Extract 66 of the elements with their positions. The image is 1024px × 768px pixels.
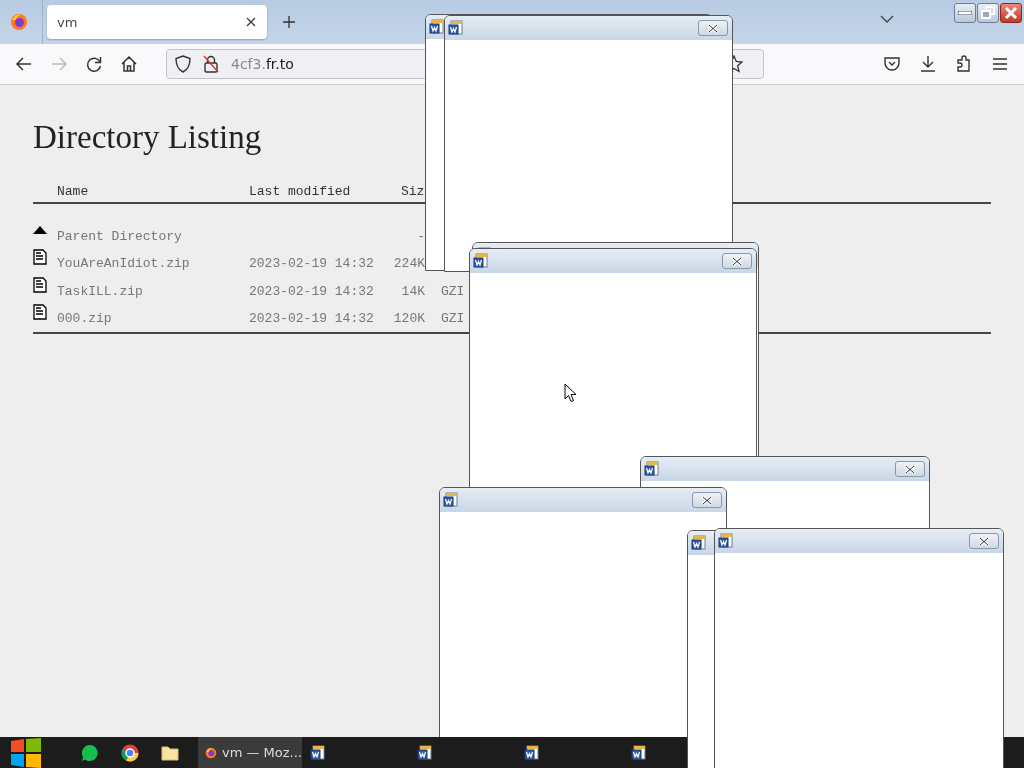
document-icon bbox=[33, 304, 47, 321]
reload-icon[interactable] bbox=[84, 54, 104, 74]
type-text: GZI bbox=[441, 311, 465, 326]
document-icon bbox=[691, 535, 707, 551]
close-icon bbox=[904, 464, 916, 474]
document-icon bbox=[33, 276, 47, 293]
file-link[interactable]: YouAreAnIdiot.zip bbox=[57, 256, 249, 271]
document-icon bbox=[443, 492, 459, 508]
browser-tab[interactable]: vm bbox=[47, 5, 267, 39]
minimize-button[interactable] bbox=[954, 3, 976, 23]
close-button[interactable] bbox=[698, 20, 728, 36]
document-icon bbox=[310, 744, 326, 761]
chat-bubble-icon[interactable] bbox=[81, 743, 99, 762]
file-link[interactable]: 000.zip bbox=[57, 311, 249, 326]
close-button[interactable] bbox=[1000, 3, 1022, 23]
size-text: 120K bbox=[393, 311, 425, 326]
close-button[interactable] bbox=[692, 492, 722, 508]
document-icon bbox=[524, 744, 540, 761]
up-arrow-icon bbox=[33, 225, 47, 234]
date-text: 2023-02-19 14:32 bbox=[249, 256, 374, 271]
file-link[interactable]: Parent Directory bbox=[57, 228, 249, 244]
close-icon bbox=[978, 536, 990, 546]
column-header[interactable]: Siz bbox=[401, 183, 425, 199]
home-icon[interactable] bbox=[119, 54, 139, 74]
date-text: 2023-02-19 14:32 bbox=[249, 283, 374, 299]
url-text: 4cf3.fr.to bbox=[231, 56, 294, 72]
start-button[interactable] bbox=[10, 737, 42, 768]
taskbar-window-button[interactable]: vm — Moz... bbox=[198, 737, 302, 768]
size-text: 14K bbox=[401, 283, 425, 299]
shield-icon[interactable] bbox=[175, 55, 191, 73]
mouse-cursor-icon bbox=[564, 383, 577, 403]
page-heading: Directory Listing bbox=[33, 119, 263, 156]
close-icon bbox=[731, 256, 743, 266]
file-link[interactable]: TaskILL.zip bbox=[57, 283, 249, 299]
close-button[interactable] bbox=[722, 253, 752, 269]
restore-icon bbox=[981, 6, 995, 20]
document-icon bbox=[473, 253, 489, 269]
document-icon bbox=[644, 461, 660, 477]
new-tab-icon[interactable] bbox=[283, 16, 295, 28]
close-icon bbox=[707, 23, 719, 33]
download-icon[interactable] bbox=[918, 54, 938, 74]
document-icon bbox=[33, 249, 47, 266]
close-icon[interactable] bbox=[246, 17, 256, 27]
type-text: GZI bbox=[441, 283, 465, 299]
browser-logo-icon[interactable] bbox=[10, 13, 28, 31]
size-text: - bbox=[417, 228, 425, 244]
close-button[interactable] bbox=[969, 533, 999, 549]
document-icon bbox=[631, 744, 647, 761]
close-icon bbox=[701, 495, 713, 505]
folder-icon[interactable] bbox=[161, 744, 179, 761]
lock-icon[interactable] bbox=[203, 55, 219, 73]
size-text: 224K bbox=[393, 256, 425, 271]
document-icon bbox=[448, 20, 464, 36]
close-button[interactable] bbox=[895, 461, 925, 477]
document-icon bbox=[429, 19, 445, 35]
column-header[interactable]: Last modified bbox=[249, 183, 401, 199]
document-icon bbox=[417, 744, 433, 761]
close-icon bbox=[1004, 6, 1018, 20]
pocket-icon[interactable] bbox=[882, 54, 902, 74]
chevron-down-icon[interactable] bbox=[880, 15, 894, 24]
browser-icon[interactable] bbox=[121, 743, 139, 762]
column-header[interactable]: Name bbox=[57, 183, 249, 199]
date-text: 2023-02-19 14:32 bbox=[249, 311, 374, 326]
restore-button[interactable] bbox=[977, 3, 999, 23]
document-icon bbox=[718, 533, 734, 549]
minimize-icon bbox=[958, 11, 972, 15]
